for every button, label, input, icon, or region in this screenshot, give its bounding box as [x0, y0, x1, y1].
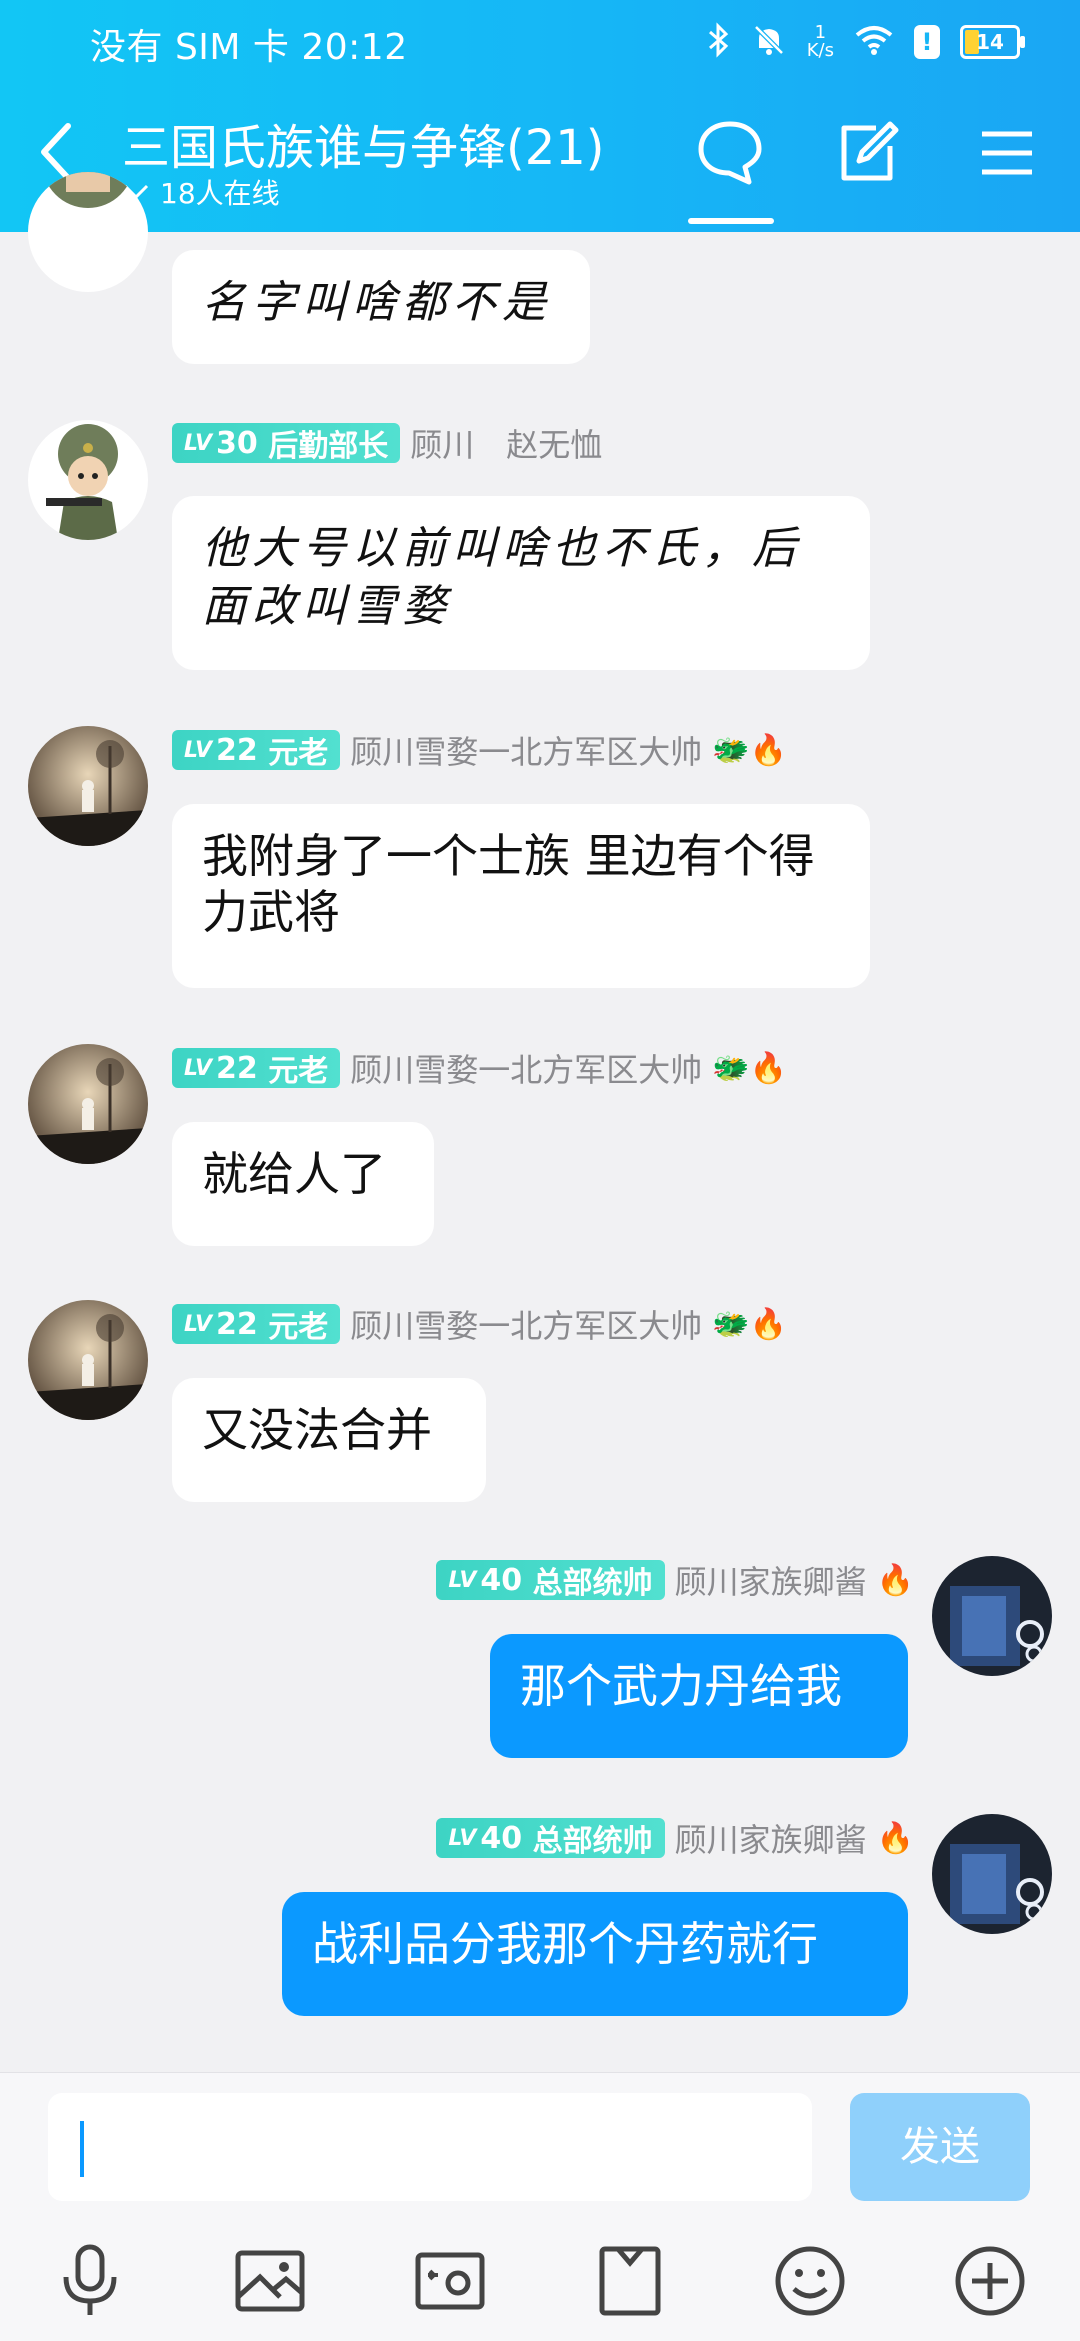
chat-header: 没有 SIM 卡 20:12 1 K/s ! 14 三国氏族谁与争锋(21) 1… [0, 0, 1080, 232]
sender-name[interactable]: 顾川家族卿酱 [675, 1557, 867, 1603]
sender-name[interactable]: 顾川家族卿酱 [675, 1815, 867, 1861]
message-meta: LV 22 元老 顾川雪婺一北方军区大帅 🐲🔥 [172, 728, 787, 772]
online-count-label: 18人在线 [160, 177, 280, 210]
avatar[interactable] [28, 726, 148, 846]
sender-name[interactable]: 顾川雪婺一北方军区大帅 [350, 1301, 702, 1347]
input-bar: 发送 [0, 2072, 1080, 2341]
sender-name[interactable]: 顾川 赵无恤 [410, 420, 602, 466]
avatar[interactable] [28, 420, 148, 540]
member-title: 后勤部长 [268, 429, 389, 464]
level-number: 22 [216, 732, 258, 768]
member-title: 总部统帅 [532, 1824, 653, 1859]
sender-emojis: 🔥 [876, 1562, 914, 1598]
sender-name[interactable]: 顾川雪婺一北方军区大帅 [350, 1045, 702, 1091]
back-icon[interactable] [36, 122, 76, 182]
level-badge: LV 22 元老 [172, 1304, 341, 1345]
battery-level: 14 [976, 30, 1004, 54]
text-caret [80, 2121, 84, 2177]
wifi-icon [854, 24, 894, 60]
emoji-icon[interactable] [770, 2241, 850, 2321]
level-number: 40 [480, 1820, 523, 1856]
level-number: 22 [216, 1050, 258, 1086]
message-bubble[interactable]: 他大号以前叫啥也不氏，后面改叫雪婺 [172, 496, 870, 670]
sender-emojis: 🔥 [876, 1820, 914, 1856]
camera-icon[interactable] [410, 2241, 490, 2321]
battery-icon: 14 [960, 25, 1025, 59]
edit-icon[interactable] [832, 118, 902, 188]
member-title: 元老 [268, 736, 329, 771]
status-icons: 1 K/s ! 14 [707, 14, 1025, 70]
active-tab-indicator [688, 218, 774, 224]
menu-icon[interactable] [972, 118, 1042, 188]
level-badge: LV 40 总部统帅 [436, 1560, 665, 1601]
microphone-icon[interactable] [50, 2241, 130, 2321]
level-badge: LV 22 元老 [172, 1048, 341, 1089]
message-bubble[interactable]: 名字叫啥都不是 [172, 250, 590, 364]
message-meta: LV 22 元老 顾川雪婺一北方军区大帅 🐲🔥 [172, 1302, 787, 1346]
avatar[interactable] [932, 1814, 1052, 1934]
message-bubble[interactable]: 就给人了 [172, 1122, 434, 1246]
image-icon[interactable] [230, 2241, 310, 2321]
carrier-time: 没有 SIM 卡 20:12 [90, 27, 408, 68]
member-title: 元老 [268, 1054, 329, 1089]
input-toolbar [0, 2241, 1080, 2331]
sender-emojis: 🐲🔥 [712, 732, 787, 768]
avatar[interactable] [28, 172, 148, 292]
level-badge: LV 30 后勤部长 [172, 423, 401, 464]
message-meta: LV 30 后勤部长 顾川 赵无恤 [172, 421, 602, 465]
plus-icon[interactable] [950, 2241, 1030, 2321]
net-speed: 1 K/s [807, 24, 834, 60]
file-icon[interactable] [590, 2241, 670, 2321]
avatar[interactable] [28, 1300, 148, 1420]
level-number: 30 [216, 425, 258, 461]
sender-emojis: 🐲🔥 [712, 1306, 787, 1342]
net-speed-unit: K/s [806, 40, 834, 61]
message-bubble[interactable]: 又没法合并 [172, 1378, 486, 1502]
level-number: 40 [480, 1562, 523, 1598]
level-badge: LV 40 总部统帅 [436, 1818, 665, 1859]
message-meta: LV 40 总部统帅 顾川家族卿酱 🔥 [436, 1558, 914, 1602]
bluetooth-icon [707, 22, 731, 62]
level-badge: LV 22 元老 [172, 730, 341, 771]
message-input[interactable] [48, 2093, 812, 2201]
message-bubble[interactable]: 我附身了一个士族 里边有个得力武将 [172, 804, 870, 988]
avatar[interactable] [28, 1044, 148, 1164]
member-title: 总部统帅 [532, 1566, 653, 1601]
message-bubble[interactable]: 战利品分我那个丹药就行 [282, 1892, 908, 2016]
sender-name[interactable]: 顾川雪婺一北方军区大帅 [350, 727, 702, 773]
mute-icon [751, 22, 787, 62]
status-bar: 没有 SIM 卡 20:12 1 K/s ! 14 [0, 0, 1080, 84]
alert-icon: ! [914, 25, 940, 59]
chat-bubble-icon[interactable] [695, 118, 765, 188]
online-count[interactable]: 18人在线 [122, 172, 280, 212]
message-bubble[interactable]: 那个武力丹给我 [490, 1634, 908, 1758]
avatar[interactable] [932, 1556, 1052, 1676]
group-title[interactable]: 三国氏族谁与争锋(21) [122, 108, 605, 178]
message-meta: LV 22 元老 顾川雪婺一北方军区大帅 🐲🔥 [172, 1046, 787, 1090]
sender-emojis: 🐲🔥 [712, 1050, 787, 1086]
member-title: 元老 [268, 1310, 329, 1345]
send-button[interactable]: 发送 [850, 2093, 1030, 2201]
message-meta: LV 40 总部统帅 顾川家族卿酱 🔥 [436, 1816, 914, 1860]
level-number: 22 [216, 1306, 258, 1342]
